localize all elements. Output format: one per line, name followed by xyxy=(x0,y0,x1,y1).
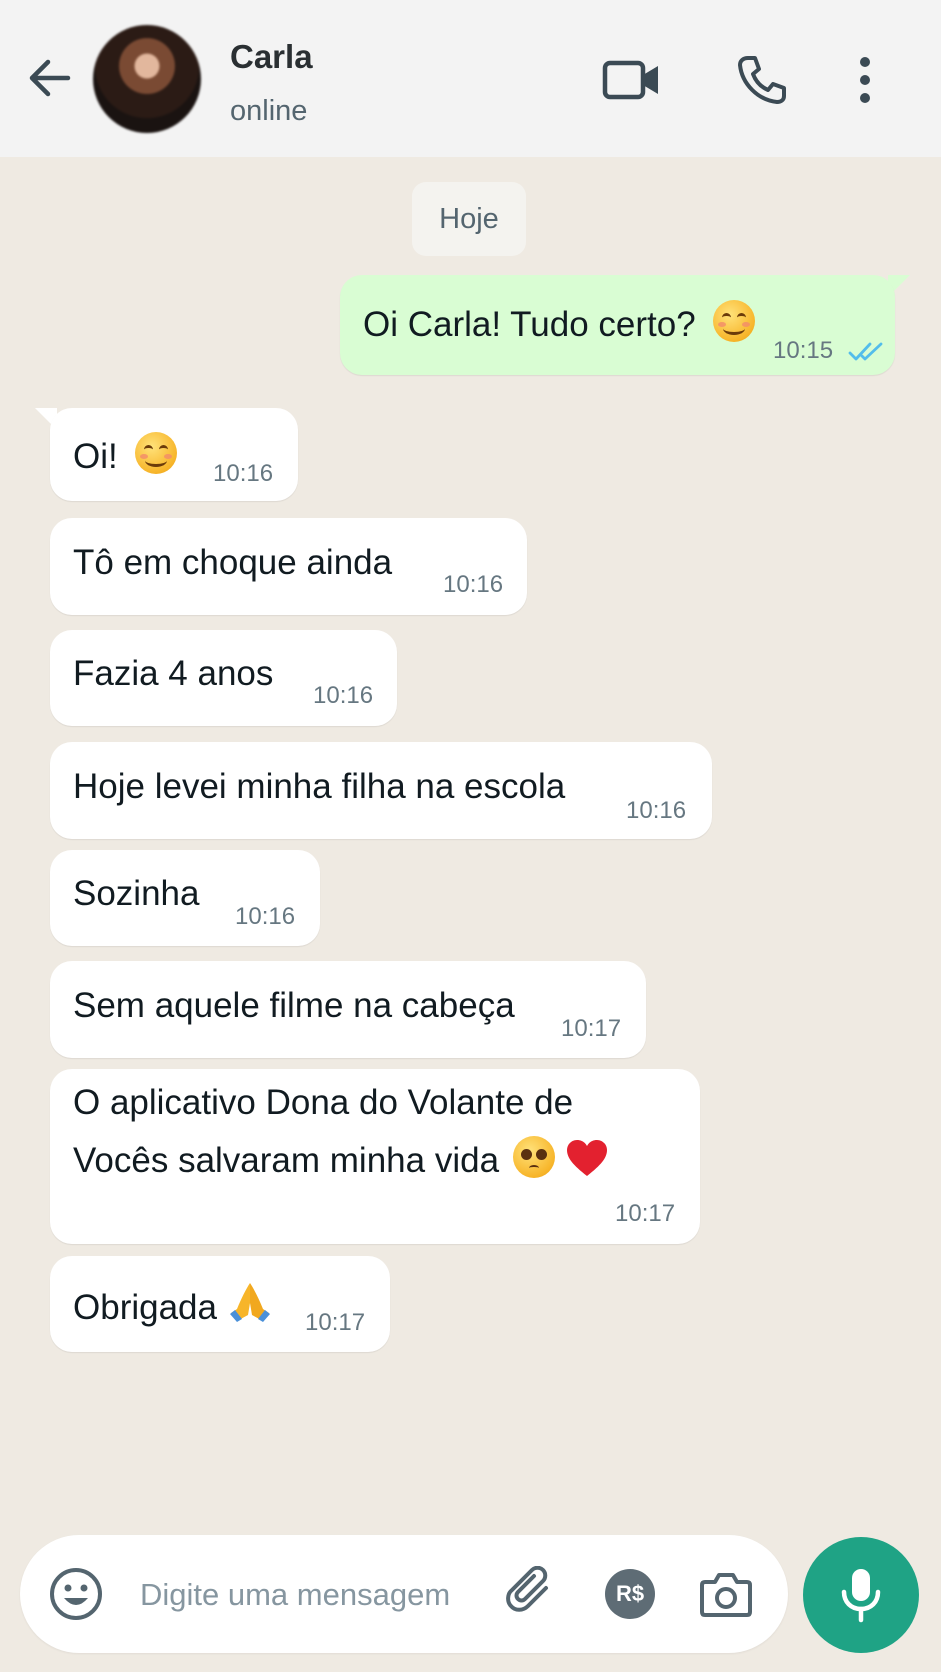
message-text-line: Vocês salvaram minha vida xyxy=(73,1141,500,1180)
incoming-message[interactable]: O aplicativo Dona do Volante de Vocês sa… xyxy=(50,1069,700,1244)
incoming-message[interactable]: Obrigada 10:17 xyxy=(50,1256,390,1352)
video-call-icon xyxy=(602,60,658,100)
pleading-face-emoji xyxy=(512,1136,555,1178)
incoming-message[interactable]: Oi! 10:16 xyxy=(50,408,298,501)
smiling-face-emoji xyxy=(713,300,756,342)
payment-icon: R$ xyxy=(605,1569,655,1619)
incoming-message[interactable]: Sozinha 10:16 xyxy=(50,850,320,946)
contact-name[interactable]: Carla xyxy=(230,38,313,76)
back-arrow-icon xyxy=(29,59,71,97)
message-time: 10:16 xyxy=(313,682,374,709)
voice-message-button[interactable] xyxy=(803,1537,919,1653)
message-text: Tô em choque ainda xyxy=(73,543,393,582)
message-input[interactable] xyxy=(138,1565,492,1625)
message-composer: R$ xyxy=(20,1535,788,1653)
message-text: Oi! xyxy=(73,437,118,476)
attach-icon xyxy=(506,1566,548,1612)
incoming-message[interactable]: Fazia 4 anos 10:16 xyxy=(50,630,397,726)
message-time: 10:17 xyxy=(305,1309,366,1336)
attach-button[interactable] xyxy=(502,1564,562,1624)
message-text: Obrigada xyxy=(73,1288,217,1327)
payment-button[interactable]: R$ xyxy=(600,1564,660,1624)
date-separator: Hoje xyxy=(412,182,526,256)
emoji-icon xyxy=(50,1568,102,1620)
read-ticks-icon xyxy=(848,342,883,361)
outgoing-message[interactable]: Oi Carla! Tudo certo? 10:15 xyxy=(340,275,895,375)
message-time: 10:16 xyxy=(213,460,274,487)
message-time: 10:16 xyxy=(443,571,504,598)
message-time: 10:17 xyxy=(615,1200,676,1227)
camera-icon xyxy=(700,1573,752,1617)
message-time: 10:15 xyxy=(773,337,834,364)
incoming-message[interactable]: Sem aquele filme na cabeça 10:17 xyxy=(50,961,646,1058)
back-button[interactable] xyxy=(22,50,78,106)
message-time: 10:17 xyxy=(561,1015,622,1042)
contact-status: online xyxy=(230,95,308,127)
emoji-button[interactable] xyxy=(46,1564,106,1624)
message-time: 10:16 xyxy=(626,797,687,824)
message-text: Oi Carla! Tudo certo? xyxy=(363,305,696,344)
message-text: Sem aquele filme na cabeça xyxy=(73,986,515,1025)
menu-button[interactable] xyxy=(845,50,885,110)
message-text: Sozinha xyxy=(73,874,200,913)
camera-button[interactable] xyxy=(696,1564,756,1624)
message-text: Hoje levei minha filha na escola xyxy=(73,767,566,806)
avatar[interactable] xyxy=(93,25,201,133)
chat-header: Carla online xyxy=(0,0,941,157)
more-vertical-icon xyxy=(860,57,870,103)
phone-icon xyxy=(738,56,786,104)
message-time: 10:16 xyxy=(235,903,296,930)
payment-label: R$ xyxy=(615,1581,645,1606)
smiling-face-emoji xyxy=(135,432,178,474)
voice-call-button[interactable] xyxy=(730,50,794,110)
incoming-message[interactable]: Hoje levei minha filha na escola 10:16 xyxy=(50,742,712,839)
folded-hands-emoji xyxy=(229,1283,270,1322)
incoming-message[interactable]: Tô em choque ainda 10:16 xyxy=(50,518,527,615)
message-text: Fazia 4 anos xyxy=(73,654,274,693)
message-text-line: O aplicativo Dona do Volante de xyxy=(73,1083,574,1122)
red-heart-emoji xyxy=(566,1140,607,1176)
mic-icon xyxy=(841,1569,881,1623)
video-call-button[interactable] xyxy=(600,50,664,110)
